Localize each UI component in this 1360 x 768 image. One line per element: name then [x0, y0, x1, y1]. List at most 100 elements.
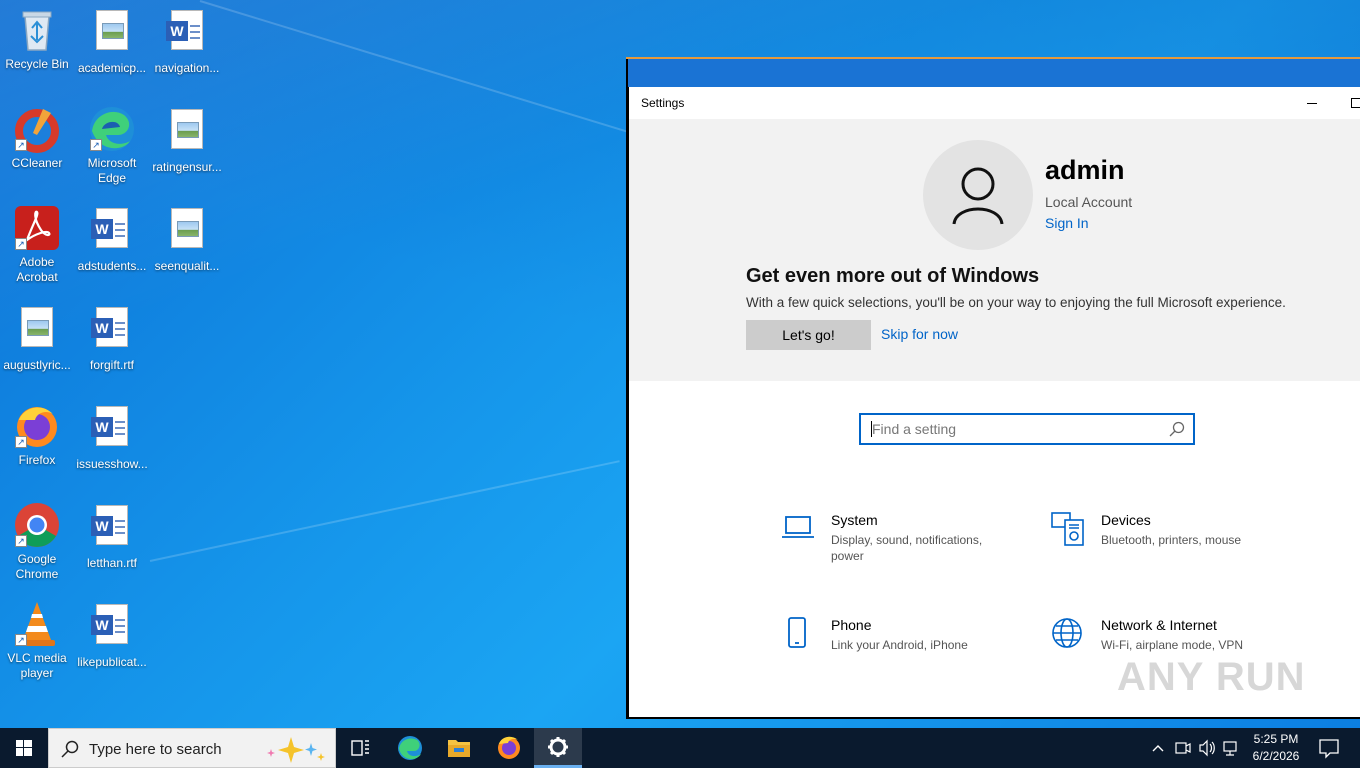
task-view-button[interactable] — [336, 728, 384, 768]
search-icon[interactable] — [1169, 421, 1185, 442]
taskbar-file-explorer[interactable] — [435, 728, 483, 768]
edge-icon — [398, 736, 422, 760]
category-title: System — [831, 512, 878, 528]
taskbar-search-box[interactable]: Type here to search — [48, 728, 336, 768]
desktop-icon-seenqualit[interactable]: seenqualit... — [150, 204, 224, 274]
start-button[interactable] — [0, 728, 48, 768]
category-title: Devices — [1101, 512, 1151, 528]
desktop-icon-academicp[interactable]: academicp... — [75, 6, 149, 76]
word-document-icon: W — [88, 604, 136, 652]
shortcut-arrow-icon: ↗ — [90, 139, 102, 151]
desktop-icon-issuesshow[interactable]: W issuesshow... — [75, 402, 149, 472]
taskbar-clock[interactable]: 5:25 PM 6/2/2026 — [1248, 731, 1304, 765]
firefox-icon — [498, 736, 520, 759]
desktop-icon-augustlyric[interactable]: augustlyric... — [0, 303, 74, 373]
chrome-icon: ↗ — [13, 501, 61, 549]
shortcut-arrow-icon: ↗ — [15, 535, 27, 547]
sparkle-icon — [265, 735, 331, 768]
maximize-button[interactable] — [1351, 98, 1360, 108]
phone-icon — [781, 617, 815, 651]
shortcut-arrow-icon: ↗ — [15, 238, 27, 250]
desktop-icon-label: Firefox — [18, 453, 56, 467]
promo-heading: Get even more out of Windows — [746, 265, 1040, 287]
category-title: Network & Internet — [1101, 617, 1217, 633]
account-type: Local Account — [1045, 194, 1133, 210]
taskbar-search-placeholder: Type here to search — [89, 741, 222, 758]
desktop-icon-likepublicat[interactable]: W likepublicat... — [75, 600, 149, 670]
desktop-icon-ratingensur[interactable]: ratingensur... — [150, 105, 224, 175]
desktop-icon-google-chrome[interactable]: ↗ Google Chrome — [0, 501, 74, 582]
find-setting-search-box[interactable]: Find a setting — [859, 413, 1195, 445]
desktop-icon-label: CCleaner — [11, 156, 63, 170]
title-bar[interactable]: Settings — [629, 87, 1360, 119]
settings-window-accent — [628, 59, 1360, 87]
taskbar-firefox[interactable] — [485, 728, 533, 768]
sign-in-link[interactable]: Sign In — [1045, 215, 1089, 231]
edge-icon: ↗ — [88, 105, 136, 153]
desktop-icon-label: academicp... — [77, 61, 147, 75]
tray-meet-now[interactable] — [1174, 728, 1192, 768]
desktop-icon-forgift[interactable]: W forgift.rtf — [75, 303, 149, 373]
desktop-icon-label: forgift.rtf — [89, 358, 134, 372]
desktop-icon-firefox[interactable]: ↗ Firefox — [0, 402, 74, 468]
category-description: Display, sound, notifications, power — [831, 533, 983, 563]
account-hero: admin Local Account Sign In Get even mor… — [629, 119, 1360, 381]
word-document-icon: W — [88, 307, 136, 355]
desktop-icon-label: navigation... — [154, 61, 220, 75]
user-name: admin — [1045, 155, 1125, 185]
anyrun-watermark: ANY RUN — [1117, 655, 1306, 699]
network-icon — [1223, 741, 1237, 756]
notification-icon — [1319, 739, 1339, 759]
windows-logo-icon — [16, 740, 32, 756]
taskbar-settings[interactable] — [534, 728, 582, 768]
desktop-icon-microsoft-edge[interactable]: ↗ Microsoft Edge — [75, 105, 149, 186]
desktop-icon-label: likepublicat... — [77, 655, 147, 669]
desktop-icon-letthan[interactable]: W letthan.rtf — [75, 501, 149, 571]
avatar[interactable] — [923, 140, 1033, 250]
chevron-up-icon — [1152, 745, 1164, 752]
clock-date: 6/2/2026 — [1252, 749, 1300, 763]
show-hidden-icons-button[interactable] — [1150, 728, 1166, 768]
desktop-icon-label: seenqualit... — [154, 259, 220, 273]
skip-for-now-link[interactable]: Skip for now — [881, 326, 958, 342]
folder-icon — [448, 740, 470, 757]
category-description: Link your Android, iPhone — [831, 638, 968, 652]
action-center-button[interactable] — [1316, 728, 1342, 768]
desktop-icon-label: Adobe Acrobat — [16, 255, 58, 284]
desktop-icon-adobe-acrobat[interactable]: ↗ Adobe Acrobat — [0, 204, 74, 285]
taskbar-edge[interactable] — [386, 728, 434, 768]
settings-window: Settings admin Local Account Sign In Get… — [629, 87, 1360, 717]
category-phone[interactable]: Phone Link your Android, iPhone — [781, 617, 1001, 667]
category-title: Phone — [831, 617, 872, 633]
shortcut-arrow-icon: ↗ — [15, 634, 27, 646]
desktop-icon-label: Google Chrome — [15, 552, 59, 581]
search-placeholder: Find a setting — [872, 421, 957, 437]
desktop-icon-label: issuesshow... — [76, 457, 148, 471]
tray-network[interactable] — [1222, 728, 1240, 768]
word-document-icon: W — [88, 505, 136, 553]
category-description: Wi-Fi, airplane mode, VPN — [1101, 638, 1244, 652]
desktop-icon-vlc[interactable]: ↗ VLC media player — [0, 600, 74, 681]
recycle-bin-icon — [13, 6, 61, 54]
category-description: Bluetooth, printers, mouse — [1101, 533, 1242, 547]
image-file-icon — [13, 307, 61, 355]
minimize-button[interactable] — [1307, 93, 1321, 113]
shortcut-arrow-icon: ↗ — [15, 139, 27, 151]
task-view-icon — [351, 740, 369, 756]
image-file-icon — [88, 10, 136, 58]
desktop-icon-recycle-bin[interactable]: Recycle Bin — [0, 6, 74, 72]
category-devices[interactable]: Devices Bluetooth, printers, mouse — [1051, 512, 1271, 572]
word-document-icon: W — [88, 208, 136, 256]
desktop-icon-label: letthan.rtf — [86, 556, 138, 570]
image-file-icon — [163, 109, 211, 157]
desktop-icon-ccleaner[interactable]: ↗ CCleaner — [0, 105, 74, 171]
taskbar: Type here to search 5:25 PM 6/2/2026 — [0, 728, 1360, 768]
lets-go-button[interactable]: Let's go! — [746, 320, 871, 350]
search-icon — [61, 740, 79, 763]
desktop-icon-navigation[interactable]: W navigation... — [150, 6, 224, 76]
tray-volume[interactable] — [1198, 728, 1216, 768]
category-system[interactable]: System Display, sound, notifications, po… — [781, 512, 1001, 572]
clock-time: 5:25 PM — [1253, 732, 1299, 746]
acrobat-icon: ↗ — [13, 204, 61, 252]
desktop-icon-adstudents[interactable]: W adstudents... — [75, 204, 149, 274]
